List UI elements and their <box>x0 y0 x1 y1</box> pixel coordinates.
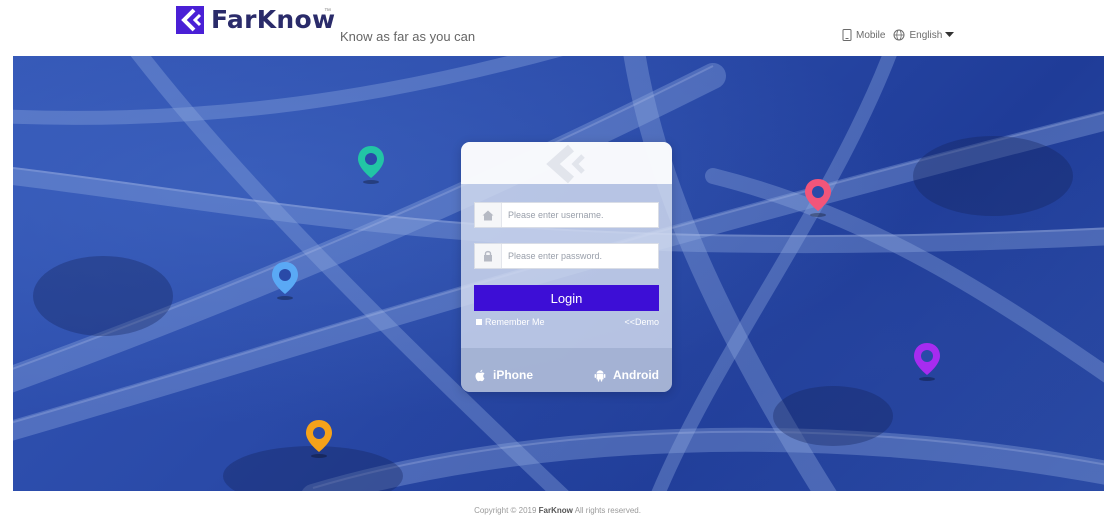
slogan: Know as far as you can <box>340 29 476 44</box>
logo-watermark-icon <box>546 144 585 184</box>
android-download-link[interactable]: Android <box>594 368 659 382</box>
mobile-link-label: Mobile <box>856 29 886 41</box>
remember-me-label: Remember Me <box>485 317 545 327</box>
footer-copyright: Copyright © 2019 FarKnow All rights rese… <box>0 506 1115 515</box>
orange-map-pin-icon <box>306 420 332 458</box>
username-input[interactable] <box>502 204 658 226</box>
globe-icon <box>893 29 905 41</box>
top-right-links: Mobile English <box>842 29 955 41</box>
login-panel: Login Remember Me <<Demo iPhone Android <box>461 142 672 392</box>
mobile-link[interactable]: Mobile <box>842 29 885 41</box>
android-label: Android <box>613 368 659 382</box>
iphone-label: iPhone <box>493 368 534 382</box>
teal-map-pin-icon <box>358 146 384 184</box>
brand-name: FarKnow <box>211 5 336 34</box>
copyright-brand: FarKnow <box>538 506 573 515</box>
password-input[interactable] <box>502 245 658 267</box>
mobile-phone-icon <box>842 29 852 41</box>
language-label: English <box>909 29 943 41</box>
password-field <box>474 243 659 269</box>
copyright-prefix: Copyright © 2019 <box>474 506 539 515</box>
home-icon <box>475 203 502 227</box>
pink-map-pin-icon <box>805 179 831 217</box>
caret-down-icon <box>945 32 955 37</box>
brand-logo[interactable]: FarKnow <box>176 6 335 34</box>
apple-icon <box>475 369 485 381</box>
trademark-symbol: ™ <box>324 8 331 15</box>
farknow-logo-icon <box>176 6 204 34</box>
language-select[interactable]: English <box>893 29 955 41</box>
header: FarKnow ™ Know as far as you can Mobile … <box>0 0 1115 56</box>
remember-me-checkbox[interactable]: Remember Me <box>476 317 545 327</box>
login-panel-header <box>461 142 672 184</box>
demo-link[interactable]: <<Demo <box>624 317 659 327</box>
copyright-suffix: All rights reserved. <box>572 506 641 515</box>
hero-banner: Login Remember Me <<Demo iPhone Android <box>13 56 1104 491</box>
iphone-download-link[interactable]: iPhone <box>475 368 533 382</box>
blue-map-pin-icon <box>272 262 298 300</box>
purple-map-pin-icon <box>914 343 940 381</box>
lock-icon <box>475 244 502 268</box>
checkbox-box[interactable] <box>476 319 482 325</box>
login-button[interactable]: Login <box>474 285 659 311</box>
username-field <box>474 202 659 228</box>
android-icon <box>594 369 606 382</box>
